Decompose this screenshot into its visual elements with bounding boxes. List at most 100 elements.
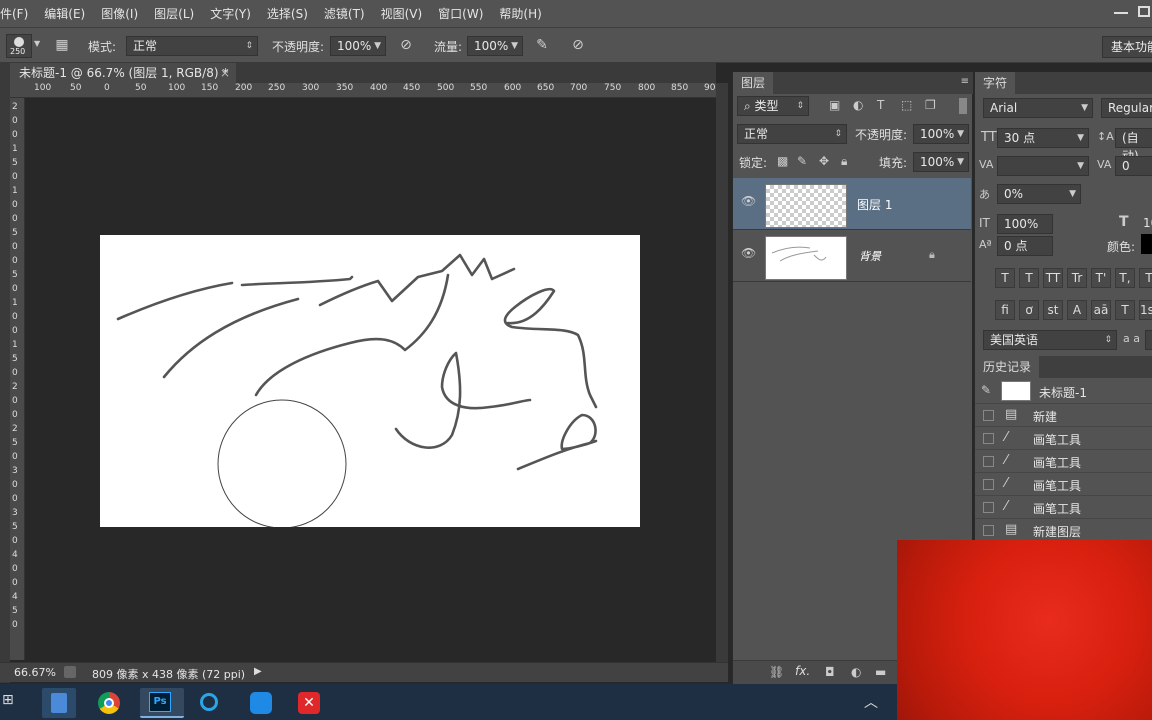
tab-character[interactable]: 字符 — [975, 72, 1016, 94]
brush-panel-toggle-icon[interactable]: ▦ — [52, 35, 72, 55]
brush-preset-arrow-icon[interactable]: ▼ — [34, 39, 40, 48]
ruler-vertical[interactable]: 2 0 0 1 5 0 1 0 0 5 0 0 5 0 1 0 0 1 5 0 2 0 0 2 5 0 3 0 0 3 5 0 4 0 0 4 5 0 — [10, 98, 25, 660]
kerning-field[interactable]: ▼ — [997, 156, 1089, 176]
eye-icon[interactable]: 👁︎ — [741, 194, 756, 208]
layer-row-layer1[interactable]: 👁︎ 图层 1 — [733, 178, 971, 230]
chrome-taskbar-icon[interactable] — [92, 688, 126, 718]
new-group-icon[interactable]: ▬ — [875, 665, 886, 679]
tracking-field[interactable]: 0 — [1115, 156, 1152, 176]
link-layers-icon[interactable]: ⛓︎ — [769, 665, 784, 679]
text-style-button[interactable]: T — [995, 268, 1015, 288]
tools-panel-edge[interactable] — [0, 63, 10, 683]
layer-name[interactable]: 背景 — [859, 248, 881, 264]
opacity-field[interactable]: 100% ▼ — [330, 36, 386, 56]
layer-filter-select[interactable]: ⌕ 类型 ⇕ — [737, 96, 809, 116]
app-taskbar-icon[interactable] — [244, 688, 278, 718]
anti-alias-icon[interactable]: a a — [1123, 332, 1140, 345]
layer-name[interactable]: 图层 1 — [857, 196, 892, 213]
tab-history[interactable]: 历史记录 — [975, 356, 1040, 378]
opentype-button[interactable]: st — [1043, 300, 1063, 320]
menu-file[interactable]: 件(F) — [0, 5, 36, 22]
menu-layer[interactable]: 图层(L) — [146, 5, 202, 22]
airbrush-icon[interactable]: ✎ — [532, 35, 552, 55]
history-item[interactable]: ⁄ 画笔工具 — [975, 496, 1152, 519]
history-brush-source-icon[interactable]: ✎ — [981, 383, 991, 397]
adjustment-layer-icon[interactable]: ◐ — [851, 665, 861, 679]
menu-window[interactable]: 窗口(W) — [430, 5, 491, 22]
calculator-taskbar-icon[interactable] — [42, 688, 76, 718]
menu-filter[interactable]: 滤镜(T) — [316, 5, 373, 22]
layer-row-background[interactable]: 👁︎ 背景 🔒︎ — [733, 230, 971, 282]
filter-pixel-icon[interactable]: ▣ — [829, 98, 840, 112]
language-select[interactable]: 美国英语 ⇕ — [983, 330, 1117, 350]
filter-type-icon[interactable]: T — [877, 98, 884, 112]
opentype-button[interactable]: ơ — [1019, 300, 1039, 320]
filter-smart-object-icon[interactable]: ❐ — [925, 98, 936, 112]
window-maximize-button[interactable] — [1138, 6, 1150, 17]
pressure-size-icon[interactable]: ⊘ — [568, 35, 588, 55]
history-source-checkbox[interactable] — [983, 433, 994, 444]
tsume-field[interactable]: 0% ▼ — [997, 184, 1081, 204]
text-style-button[interactable]: Tr — [1067, 268, 1087, 288]
document-tab[interactable]: 未标题-1 @ 66.7% (图层 1, RGB/8) * × — [10, 63, 236, 83]
opentype-button[interactable]: fi — [995, 300, 1015, 320]
brush-preset-picker[interactable]: 250 — [6, 34, 32, 58]
tab-layers[interactable]: 图层 — [733, 72, 774, 94]
font-size-field[interactable]: 30 点 ▼ — [997, 128, 1089, 148]
workspace-switcher[interactable]: 基本功能 — [1102, 36, 1152, 58]
vertical-scale-field[interactable]: 100% — [997, 214, 1053, 234]
layer-opacity-field[interactable]: 100% ▼ — [913, 124, 969, 144]
menu-help[interactable]: 帮助(H) — [491, 5, 549, 22]
text-style-button[interactable]: TT — [1043, 268, 1063, 288]
opentype-button[interactable]: aā — [1091, 300, 1111, 320]
status-menu-arrow-icon[interactable]: ▶ — [254, 666, 262, 677]
anti-alias-select[interactable] — [1145, 330, 1152, 350]
font-style-select[interactable]: Regular — [1101, 98, 1152, 118]
canvas-scrollbar-vertical[interactable] — [716, 83, 728, 663]
add-mask-icon[interactable]: ◘ — [825, 665, 835, 679]
text-style-button[interactable]: T' — [1091, 268, 1111, 288]
filter-shape-icon[interactable]: ⬚ — [901, 98, 912, 112]
history-item[interactable]: ⁄ 画笔工具 — [975, 427, 1152, 450]
filter-toggle[interactable] — [959, 98, 967, 114]
window-minimize-button[interactable] — [1114, 12, 1128, 14]
panel-menu-icon[interactable]: ≡ — [961, 76, 969, 87]
lock-image-icon[interactable]: ✎ — [797, 154, 807, 168]
search-taskbar-icon[interactable] — [194, 688, 228, 718]
text-color-swatch[interactable] — [1141, 234, 1152, 254]
lock-all-icon[interactable]: 🔒︎ — [841, 154, 847, 169]
opentype-button[interactable]: 1st — [1139, 300, 1152, 320]
history-item[interactable]: ⁄ 画笔工具 — [975, 450, 1152, 473]
filter-adjustment-icon[interactable]: ◐ — [853, 98, 863, 112]
layer-effects-icon[interactable]: fx. — [795, 664, 810, 678]
history-source-checkbox[interactable] — [983, 410, 994, 421]
document-info-icon[interactable] — [64, 666, 76, 678]
menu-view[interactable]: 视图(V) — [373, 5, 431, 22]
menu-select[interactable]: 选择(S) — [259, 5, 316, 22]
menu-edit[interactable]: 编辑(E) — [36, 5, 93, 22]
history-source-checkbox[interactable] — [983, 502, 994, 513]
layer-blend-mode-select[interactable]: 正常 ⇕ — [737, 124, 847, 144]
mode-select[interactable]: 正常 ⇕ — [126, 36, 258, 56]
document-canvas[interactable] — [100, 235, 640, 529]
flow-field[interactable]: 100% ▼ — [467, 36, 523, 56]
horizontal-scale-value[interactable]: 10 — [1143, 216, 1152, 230]
text-style-button[interactable]: T — [1019, 268, 1039, 288]
history-item[interactable]: ▤ 新建图层 — [975, 519, 1152, 542]
xmind-taskbar-icon[interactable]: ✕ — [292, 688, 326, 718]
history-item[interactable]: ▤ 新建 — [975, 404, 1152, 427]
history-snapshot[interactable]: ✎ 未标题-1 — [975, 378, 1152, 404]
history-item[interactable]: ⁄ 画笔工具 — [975, 473, 1152, 496]
text-style-button[interactable]: T, — [1115, 268, 1135, 288]
opentype-button[interactable]: A — [1067, 300, 1087, 320]
history-source-checkbox[interactable] — [983, 456, 994, 467]
fill-field[interactable]: 100% ▼ — [913, 152, 969, 172]
photoshop-taskbar-icon[interactable]: Ps — [140, 688, 184, 718]
eye-icon[interactable]: 👁︎ — [741, 246, 756, 260]
history-source-checkbox[interactable] — [983, 525, 994, 536]
leading-field[interactable]: (自动) — [1115, 128, 1152, 163]
zoom-level[interactable]: 66.67% — [14, 666, 56, 679]
font-family-select[interactable]: Arial ▼ — [983, 98, 1093, 118]
tray-expand-icon[interactable]: ︿ — [864, 692, 878, 712]
ruler-horizontal[interactable]: 100 50 0 50 100 150 200 250 300 350 400 … — [10, 83, 716, 98]
